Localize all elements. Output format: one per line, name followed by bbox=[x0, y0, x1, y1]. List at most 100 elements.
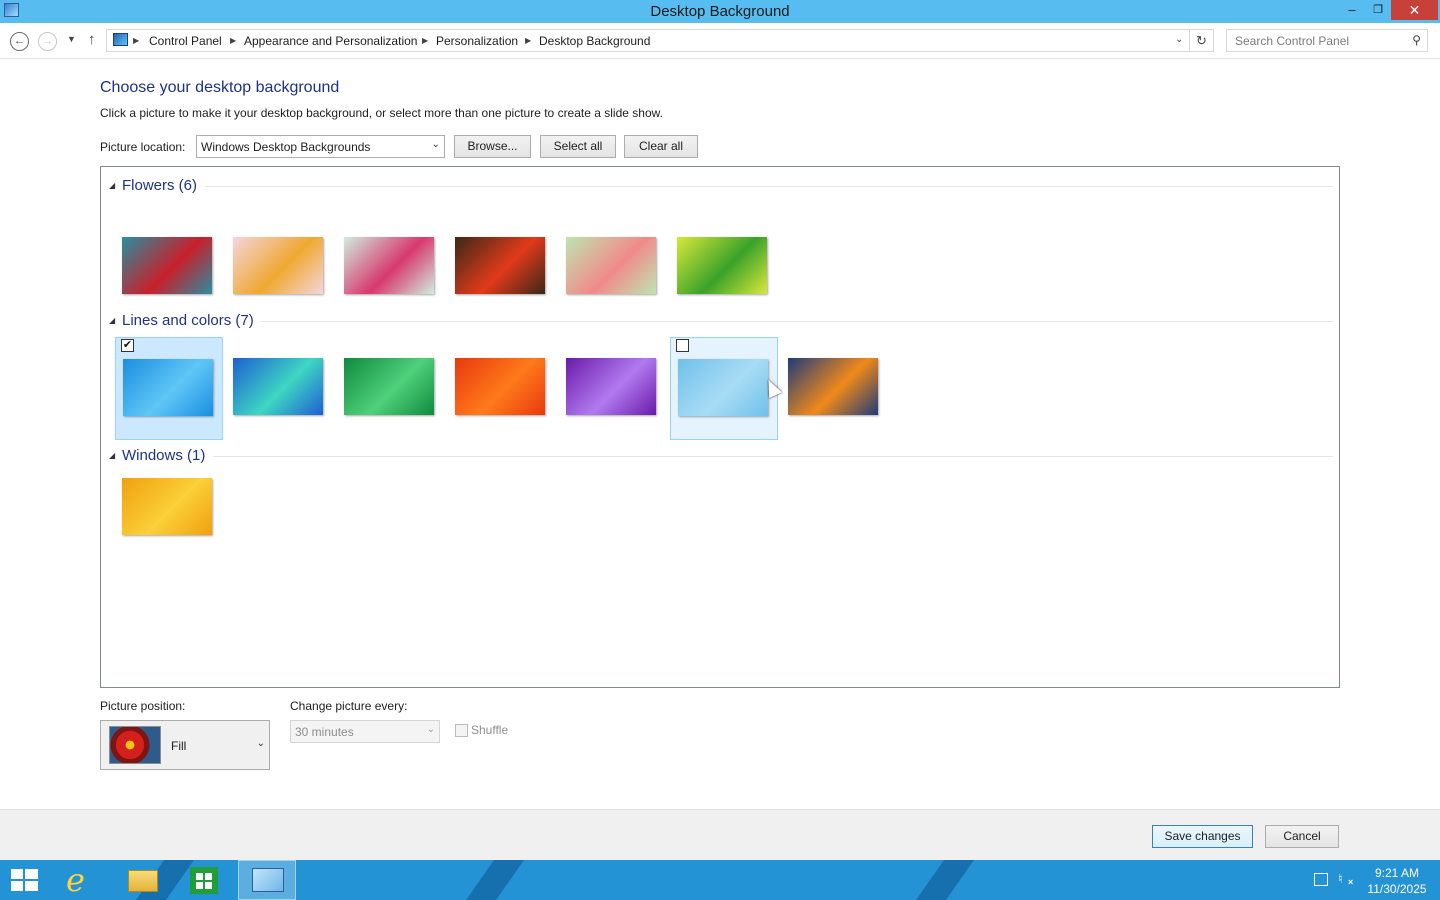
wallpaper-tile[interactable] bbox=[781, 337, 889, 440]
search-icon[interactable]: ⚲ bbox=[1412, 33, 1421, 47]
wallpaper-tile[interactable] bbox=[115, 216, 223, 319]
wallpaper-thumbnail[interactable] bbox=[233, 237, 323, 294]
page-description: Click a picture to make it your desktop … bbox=[100, 106, 663, 120]
breadcrumb-separator-icon[interactable]: ▶ bbox=[230, 36, 236, 45]
breadcrumb-appearance[interactable]: Appearance and Personalization bbox=[244, 34, 417, 48]
title-bar: Desktop Background – ❐ ✕ bbox=[0, 0, 1440, 23]
wallpaper-tile[interactable] bbox=[448, 337, 556, 440]
system-clock[interactable]: 9:21 AM 11/30/2025 bbox=[1362, 865, 1432, 897]
up-button[interactable]: ↑ bbox=[88, 31, 96, 48]
cancel-button[interactable]: Cancel bbox=[1265, 825, 1339, 848]
forward-button[interactable]: → bbox=[38, 32, 57, 51]
wallpaper-tile[interactable] bbox=[559, 337, 667, 440]
file-explorer-icon[interactable] bbox=[128, 870, 158, 892]
address-bar[interactable]: ▶ Control Panel ▶ Appearance and Persona… bbox=[106, 29, 1190, 52]
group-header-windows[interactable]: ◢ Windows (1) bbox=[109, 447, 1333, 467]
dialog-footer: Save changes Cancel bbox=[0, 809, 1440, 860]
taskbar: e ♮ × 9:21 AM 11/30/2025 bbox=[0, 860, 1440, 900]
mute-icon: × bbox=[1348, 877, 1354, 887]
close-button[interactable]: ✕ bbox=[1391, 0, 1438, 20]
group-divider bbox=[205, 186, 1333, 187]
picture-location-value: Windows Desktop Backgrounds bbox=[201, 140, 371, 154]
control-panel-icon bbox=[113, 33, 128, 46]
chevron-down-icon: ⌄ bbox=[426, 724, 435, 735]
group-divider bbox=[261, 321, 1333, 322]
position-preview-image bbox=[109, 726, 161, 764]
clock-time: 9:21 AM bbox=[1374, 866, 1420, 880]
refresh-button[interactable]: ↻ bbox=[1190, 29, 1214, 52]
internet-explorer-icon[interactable]: e bbox=[66, 864, 85, 896]
store-icon[interactable] bbox=[190, 867, 218, 894]
wallpaper-thumbnail[interactable] bbox=[123, 359, 213, 416]
clear-all-button[interactable]: Clear all bbox=[624, 135, 698, 158]
taskbar-control-panel[interactable] bbox=[238, 860, 296, 900]
wallpaper-thumbnail[interactable] bbox=[233, 358, 323, 415]
address-dropdown-icon[interactable]: ⌄ bbox=[1175, 34, 1183, 45]
chevron-down-icon: ⌄ bbox=[256, 738, 265, 749]
picture-position-value: Fill bbox=[171, 739, 187, 753]
wallpaper-thumbnail[interactable] bbox=[566, 237, 656, 294]
change-interval-label: Change picture every: bbox=[290, 699, 408, 713]
wallpaper-thumbnail[interactable] bbox=[344, 237, 434, 294]
start-button[interactable] bbox=[11, 869, 38, 891]
picture-gallery[interactable]: ◢ Flowers (6) ◢ Lines and colors (7) ◢ W… bbox=[100, 166, 1340, 688]
wallpaper-thumbnail[interactable] bbox=[788, 358, 878, 415]
picture-location-label: Picture location: bbox=[100, 140, 186, 154]
breadcrumb-separator-icon[interactable]: ▶ bbox=[422, 36, 428, 45]
save-changes-button[interactable]: Save changes bbox=[1152, 825, 1253, 848]
wallpaper-checkbox[interactable] bbox=[676, 339, 689, 352]
wallpaper-tile[interactable] bbox=[226, 216, 334, 319]
taskbar-decoration bbox=[915, 860, 975, 900]
select-all-button[interactable]: Select all bbox=[540, 135, 616, 158]
wallpaper-tile[interactable] bbox=[226, 337, 334, 440]
navigation-bar: ← → ▼ ↑ ▶ Control Panel ▶ Appearance and… bbox=[0, 23, 1440, 59]
breadcrumb-control-panel[interactable]: Control Panel bbox=[149, 34, 222, 48]
wallpaper-tile[interactable]: ✔ bbox=[115, 337, 223, 440]
breadcrumb-personalization[interactable]: Personalization bbox=[436, 34, 518, 48]
wallpaper-tile[interactable] bbox=[337, 216, 445, 319]
volume-icon[interactable]: ♮ bbox=[1338, 871, 1343, 887]
breadcrumb-separator-icon[interactable]: ▶ bbox=[525, 36, 531, 45]
wallpaper-thumbnail[interactable] bbox=[455, 358, 545, 415]
wallpaper-thumbnail[interactable] bbox=[678, 359, 768, 416]
wallpaper-tile[interactable] bbox=[559, 216, 667, 319]
breadcrumb-separator-icon[interactable]: ▶ bbox=[133, 36, 139, 45]
clock-date: 11/30/2025 bbox=[1367, 882, 1427, 896]
shuffle-label: Shuffle bbox=[471, 723, 509, 737]
back-button[interactable]: ← bbox=[10, 32, 29, 51]
control-panel-icon bbox=[252, 868, 284, 892]
change-interval-dropdown[interactable]: 30 minutes ⌄ bbox=[290, 720, 440, 743]
picture-position-label: Picture position: bbox=[100, 699, 186, 713]
wallpaper-thumbnail[interactable] bbox=[122, 478, 212, 535]
wallpaper-tile[interactable] bbox=[670, 337, 778, 440]
wallpaper-tile[interactable] bbox=[670, 216, 778, 319]
wallpaper-tile[interactable] bbox=[115, 457, 223, 560]
wallpaper-thumbnail[interactable] bbox=[677, 237, 767, 294]
taskbar-decoration bbox=[465, 860, 525, 900]
restore-button[interactable]: ❐ bbox=[1364, 0, 1392, 20]
search-placeholder: Search Control Panel bbox=[1235, 34, 1350, 48]
wallpaper-thumbnail[interactable] bbox=[566, 358, 656, 415]
group-title-flowers[interactable]: Flowers (6) bbox=[122, 177, 197, 194]
shuffle-checkbox[interactable] bbox=[455, 724, 468, 737]
browse-button[interactable]: Browse... bbox=[454, 135, 531, 158]
change-interval-value: 30 minutes bbox=[295, 725, 354, 739]
chevron-down-icon: ⌄ bbox=[431, 139, 440, 150]
search-input[interactable]: Search Control Panel ⚲ bbox=[1226, 29, 1428, 52]
wallpaper-checkbox[interactable]: ✔ bbox=[121, 339, 134, 352]
collapse-icon[interactable]: ◢ bbox=[109, 181, 115, 190]
picture-location-dropdown[interactable]: Windows Desktop Backgrounds ⌄ bbox=[196, 135, 445, 158]
network-icon[interactable] bbox=[1314, 873, 1328, 886]
recent-locations-icon[interactable]: ▼ bbox=[67, 34, 76, 44]
picture-position-dropdown[interactable]: Fill ⌄ bbox=[100, 720, 270, 770]
wallpaper-thumbnail[interactable] bbox=[122, 237, 212, 294]
wallpaper-tile[interactable] bbox=[337, 337, 445, 440]
wallpaper-thumbnail[interactable] bbox=[455, 237, 545, 294]
group-header-flowers[interactable]: ◢ Flowers (6) bbox=[109, 177, 1333, 197]
wallpaper-thumbnail[interactable] bbox=[344, 358, 434, 415]
page-title: Choose your desktop background bbox=[100, 79, 340, 96]
wallpaper-tile[interactable] bbox=[448, 216, 556, 319]
minimize-button[interactable]: – bbox=[1338, 0, 1366, 20]
group-divider bbox=[213, 456, 1333, 457]
breadcrumb-desktop-background[interactable]: Desktop Background bbox=[539, 34, 650, 48]
